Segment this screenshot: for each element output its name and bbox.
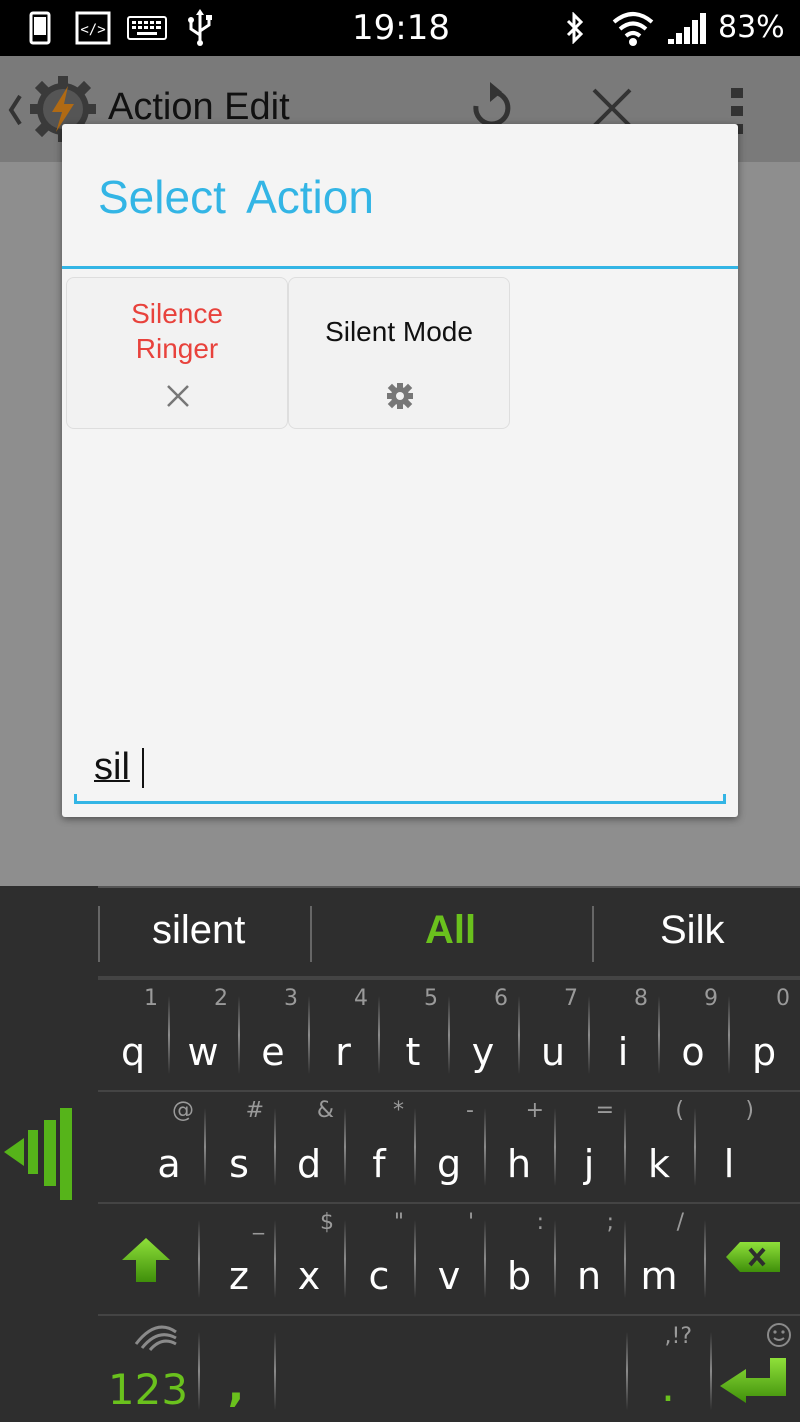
signal-icon bbox=[664, 8, 712, 48]
swiftkey-logo-icon bbox=[132, 1322, 180, 1357]
key-z[interactable]: _ z bbox=[204, 1204, 274, 1314]
spacebar[interactable] bbox=[276, 1316, 622, 1422]
key-q[interactable]: 1q bbox=[98, 980, 168, 1090]
text-cursor bbox=[142, 748, 144, 788]
developer-icon: </> bbox=[72, 8, 114, 48]
close-icon bbox=[164, 382, 192, 410]
keyboard-icon bbox=[124, 8, 170, 48]
key-x[interactable]: $ x bbox=[274, 1204, 344, 1314]
key-row-3: _ z $ x " c ' v :b ; n / m bbox=[98, 1202, 800, 1312]
key-e[interactable]: 3e bbox=[238, 980, 308, 1090]
wifi-icon bbox=[608, 8, 658, 48]
key-m[interactable]: / m bbox=[624, 1204, 694, 1314]
key-k[interactable]: (k bbox=[624, 1092, 694, 1202]
backspace-key[interactable] bbox=[710, 1204, 800, 1314]
key-i[interactable]: 8i bbox=[588, 980, 658, 1090]
key-r[interactable]: 4r bbox=[308, 980, 378, 1090]
key-u[interactable]: 7u bbox=[518, 980, 588, 1090]
key-a[interactable]: @ a bbox=[134, 1092, 204, 1202]
key-y[interactable]: 6y bbox=[448, 980, 518, 1090]
bluetooth-icon bbox=[560, 8, 590, 48]
key-row-2: @ a # s & d * f -g + h = j (k ) l bbox=[98, 1090, 800, 1200]
key-l[interactable]: ) l bbox=[694, 1092, 764, 1202]
key-d[interactable]: & d bbox=[274, 1092, 344, 1202]
key-s[interactable]: # s bbox=[204, 1092, 274, 1202]
key-row-1: 1q 2w 3e 4r 5t 6y 7u 8i 9o 0p bbox=[98, 978, 800, 1088]
key-f[interactable]: * f bbox=[344, 1092, 414, 1202]
period-key[interactable]: ,!? . bbox=[628, 1316, 708, 1422]
prediction-silent[interactable]: silent bbox=[152, 908, 245, 953]
soft-keyboard: silent All Silk 1q 2w 3e 4r 5t 6y 7u 8i … bbox=[0, 886, 800, 1422]
shift-arrow-icon bbox=[120, 1236, 172, 1289]
action-label: Silent Mode bbox=[325, 316, 473, 347]
status-bar: </> 19:18 83% bbox=[0, 0, 800, 56]
key-t[interactable]: 5t bbox=[378, 980, 448, 1090]
filter-text: sil bbox=[94, 746, 130, 788]
comma-key[interactable]: , bbox=[200, 1316, 272, 1422]
dialog-title: Select Action bbox=[98, 171, 374, 223]
backspace-icon bbox=[724, 1240, 782, 1279]
key-b[interactable]: :b bbox=[484, 1204, 554, 1314]
page-title: Action Edit bbox=[108, 86, 290, 128]
select-action-dialog: Select Action Silence Ringer Silent Mode… bbox=[62, 124, 738, 817]
enter-arrow-icon bbox=[718, 1356, 788, 1409]
back-chevron-icon[interactable] bbox=[6, 92, 24, 128]
filter-input[interactable]: sil bbox=[74, 742, 726, 804]
action-label: Silence Ringer bbox=[131, 298, 223, 364]
symbols-key[interactable]: 123 bbox=[98, 1316, 198, 1422]
emoji-icon bbox=[766, 1322, 792, 1353]
shift-key[interactable] bbox=[98, 1204, 198, 1314]
title-divider bbox=[62, 266, 738, 269]
key-o[interactable]: 9o bbox=[658, 980, 728, 1090]
key-w[interactable]: 2w bbox=[168, 980, 238, 1090]
enter-key[interactable] bbox=[712, 1316, 800, 1422]
usb-icon bbox=[180, 8, 220, 48]
key-g[interactable]: -g bbox=[414, 1092, 484, 1202]
action-tile-silence-ringer[interactable]: Silence Ringer bbox=[66, 277, 288, 429]
action-tile-silent-mode[interactable]: Silent Mode bbox=[288, 277, 510, 429]
key-n[interactable]: ; n bbox=[554, 1204, 624, 1314]
key-c[interactable]: " c bbox=[344, 1204, 414, 1314]
gear-icon bbox=[386, 382, 414, 410]
keyboard-undock-arrow-icon[interactable] bbox=[0, 1100, 78, 1210]
svg-text:</>: </> bbox=[80, 22, 105, 38]
prediction-all[interactable]: All bbox=[425, 908, 476, 953]
clock: 19:18 bbox=[352, 8, 450, 48]
phone-icon bbox=[22, 8, 58, 48]
prediction-silk[interactable]: Silk bbox=[660, 908, 724, 953]
key-h[interactable]: + h bbox=[484, 1092, 554, 1202]
key-j[interactable]: = j bbox=[554, 1092, 624, 1202]
key-p[interactable]: 0p bbox=[728, 980, 800, 1090]
prediction-bar: silent All Silk bbox=[98, 886, 800, 978]
battery-percent: 83% bbox=[718, 10, 785, 45]
key-row-4: 123 , ,!? . bbox=[98, 1314, 800, 1422]
key-v[interactable]: ' v bbox=[414, 1204, 484, 1314]
